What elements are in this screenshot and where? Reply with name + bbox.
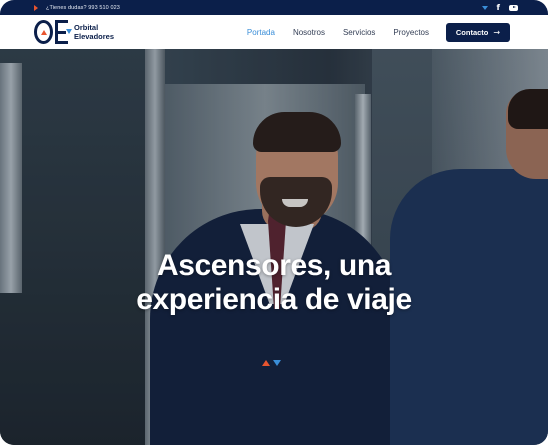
nav-item-portada[interactable]: Portada [247, 28, 275, 37]
arrow-up-icon [262, 360, 270, 366]
main-navigation: Orbital Elevadores Portada Nosotros Serv… [0, 15, 548, 49]
brand-name: Orbital Elevadores [74, 23, 114, 41]
hero-background-image [0, 49, 548, 445]
nav-item-servicios[interactable]: Servicios [343, 28, 375, 37]
hero-title-line1: Ascensores, una [156, 249, 392, 282]
hero-section: Ascensores, una experiencia de viaje [0, 49, 548, 445]
phone-text[interactable]: ¿Tienes dudas? 993 510 023 [46, 5, 120, 11]
hero-title: Ascensores, una experiencia de viaje [0, 249, 548, 317]
brand-triangle-icon [481, 5, 488, 10]
nav-item-nosotros[interactable]: Nosotros [293, 28, 325, 37]
arrow-right-icon: → [493, 27, 501, 37]
logo-mark-icon [34, 18, 72, 46]
contact-button[interactable]: Contacto → [446, 22, 510, 42]
phone-arrow-icon [34, 4, 38, 11]
brand-logo[interactable]: Orbital Elevadores [34, 18, 114, 46]
hero-title-line2: experiencia de viaje [136, 283, 412, 316]
scroll-arrows-icon[interactable] [262, 360, 281, 366]
arrow-down-icon [273, 360, 281, 366]
top-bar: ¿Tienes dudas? 993 510 023 f [0, 0, 548, 15]
social-links: f [481, 3, 518, 12]
nav-item-proyectos[interactable]: Proyectos [393, 28, 429, 37]
brand-name-line2: Elevadores [74, 32, 115, 41]
page-frame: ¿Tienes dudas? 993 510 023 f Orbital Ele… [0, 0, 548, 445]
facebook-icon[interactable]: f [497, 3, 500, 12]
brand-name-line1: Orbital [74, 23, 99, 32]
nav-menu: Portada Nosotros Servicios Proyectos [247, 28, 429, 37]
contact-button-label: Contacto [455, 27, 489, 37]
youtube-icon[interactable] [509, 4, 518, 11]
